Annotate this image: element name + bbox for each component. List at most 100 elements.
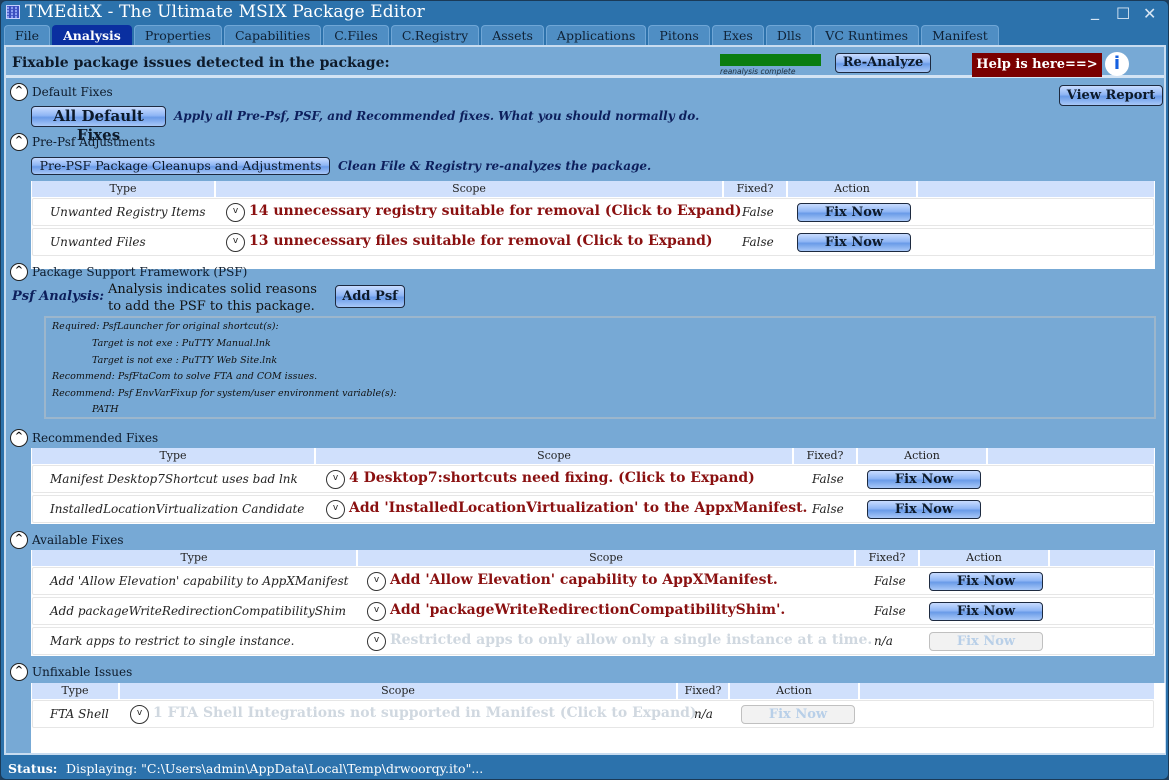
tab-capabilities[interactable]: Capabilities bbox=[223, 25, 322, 45]
fix-now-button[interactable]: Fix Now bbox=[797, 233, 911, 252]
row-scope[interactable]: Add 'Allow Elevation' capability to AppX… bbox=[390, 572, 778, 588]
pre-psf-cleanup-button[interactable]: Pre-PSF Package Cleanups and Adjustments bbox=[31, 157, 330, 175]
available-fixes-table: Type Scope Fixed? Action Add 'Allow Elev… bbox=[31, 550, 1155, 656]
row-type: Unwanted Registry Items bbox=[50, 205, 206, 219]
collapse-icon[interactable]: ^ bbox=[10, 531, 28, 549]
window-title: TMEditX - The Ultimate MSIX Package Edit… bbox=[25, 2, 425, 22]
row-type: Mark apps to restrict to single instance… bbox=[50, 634, 295, 648]
tab-file[interactable]: File bbox=[4, 25, 51, 45]
column-header-type: Type bbox=[32, 550, 356, 566]
row-scope[interactable]: Add 'packageWriteRedirectionCompatibilit… bbox=[390, 602, 785, 618]
section-title: Unfixable Issues bbox=[32, 665, 133, 679]
row-fixed: False bbox=[874, 574, 906, 588]
column-header-blank bbox=[988, 448, 1154, 464]
minimize-button[interactable]: _ bbox=[1091, 1, 1099, 20]
row-fixed: n/a bbox=[874, 634, 893, 648]
expand-icon[interactable]: v bbox=[367, 602, 386, 621]
row-scope[interactable]: 14 unnecessary registry suitable for rem… bbox=[249, 203, 741, 219]
collapse-icon[interactable]: ^ bbox=[10, 663, 28, 681]
all-default-fixes-button[interactable]: All Default Fixes bbox=[31, 106, 166, 144]
column-header-blank bbox=[918, 181, 1154, 197]
psf-detail-line: PATH bbox=[92, 404, 119, 415]
fix-now-button-disabled: Fix Now bbox=[929, 632, 1043, 651]
collapse-icon[interactable]: ^ bbox=[10, 263, 28, 281]
column-header-blank bbox=[860, 683, 1154, 699]
row-type: Unwanted Files bbox=[50, 235, 146, 249]
collapse-icon[interactable]: ^ bbox=[10, 133, 28, 151]
tab-applications[interactable]: Applications bbox=[545, 25, 647, 45]
fix-now-button-disabled: Fix Now bbox=[741, 705, 855, 724]
pre-psf-table: Type Scope Fixed? Action Unwanted Regist… bbox=[31, 181, 1155, 269]
column-header-fixed: Fixed? bbox=[724, 181, 786, 197]
fix-now-button[interactable]: Fix Now bbox=[867, 500, 981, 519]
row-fixed: False bbox=[742, 235, 774, 249]
psf-analysis-line: Analysis indicates solid reasons bbox=[108, 282, 317, 297]
help-banner: Help is here==> bbox=[972, 53, 1102, 77]
view-report-button[interactable]: View Report bbox=[1059, 85, 1163, 106]
expand-icon[interactable]: v bbox=[226, 233, 245, 252]
section-title: Available Fixes bbox=[32, 533, 124, 547]
row-type: Add 'Allow Elevation' capability to AppX… bbox=[50, 574, 349, 588]
tab-analysis[interactable]: Analysis bbox=[52, 25, 132, 45]
analysis-panel: Fixable package issues detected in the p… bbox=[4, 45, 1166, 755]
row-type: Add packageWriteRedirectionCompatibility… bbox=[50, 604, 346, 618]
expand-icon[interactable]: v bbox=[367, 632, 386, 651]
expand-icon[interactable]: v bbox=[130, 705, 149, 724]
row-scope[interactable]: Add 'InstalledLocationVirtualization' to… bbox=[349, 500, 807, 516]
app-window: TMEditX - The Ultimate MSIX Package Edit… bbox=[0, 0, 1169, 780]
column-header-fixed: Fixed? bbox=[794, 448, 856, 464]
psf-detail-line: Target is not exe : PuTTY Manual.lnk bbox=[92, 338, 271, 349]
tab-properties[interactable]: Properties bbox=[133, 25, 222, 45]
column-header-scope: Scope bbox=[120, 683, 676, 699]
table-row: InstalledLocationVirtualization Candidat… bbox=[32, 495, 1154, 523]
expand-icon[interactable]: v bbox=[326, 470, 345, 489]
tab-cregistry[interactable]: C.Registry bbox=[390, 25, 480, 45]
row-type: InstalledLocationVirtualization Candidat… bbox=[50, 502, 305, 516]
collapse-icon[interactable]: ^ bbox=[10, 83, 28, 101]
psf-analysis-label: Psf Analysis: bbox=[12, 289, 105, 304]
tab-bar: File Analysis Properties Capabilities C.… bbox=[4, 25, 1001, 45]
row-scope[interactable]: 1 FTA Shell Integrations not supported i… bbox=[153, 705, 701, 721]
maximize-button[interactable]: ☐ bbox=[1116, 4, 1130, 23]
info-icon[interactable]: i bbox=[1105, 52, 1129, 76]
row-type: Manifest Desktop7Shortcut uses bad lnk bbox=[50, 472, 298, 486]
expand-icon[interactable]: v bbox=[367, 572, 386, 591]
psf-details-box: Required: PsfLauncher for original short… bbox=[44, 316, 1156, 419]
expand-icon[interactable]: v bbox=[226, 203, 245, 222]
fix-now-button[interactable]: Fix Now bbox=[867, 470, 981, 489]
row-scope[interactable]: 13 unnecessary files suitable for remova… bbox=[249, 233, 713, 249]
collapse-icon[interactable]: ^ bbox=[10, 429, 28, 447]
section-title: Package Support Framework (PSF) bbox=[32, 265, 248, 279]
close-button[interactable]: ✕ bbox=[1143, 4, 1156, 23]
table-row: Add packageWriteRedirectionCompatibility… bbox=[32, 597, 1154, 625]
row-scope[interactable]: 4 Desktop7:shortcuts need fixing. (Click… bbox=[349, 470, 755, 486]
tab-cfiles[interactable]: C.Files bbox=[323, 25, 389, 45]
tab-exes[interactable]: Exes bbox=[711, 25, 764, 45]
column-header-type: Type bbox=[32, 683, 118, 699]
tab-vc-runtimes[interactable]: VC Runtimes bbox=[814, 25, 920, 45]
psf-analysis-text: Analysis indicates solid reasons to add … bbox=[108, 281, 317, 315]
tab-pitons[interactable]: Pitons bbox=[648, 25, 710, 45]
row-type: FTA Shell bbox=[50, 707, 109, 721]
psf-analysis-line: to add the PSF to this package. bbox=[108, 299, 315, 314]
title-bar: TMEditX - The Ultimate MSIX Package Edit… bbox=[1, 1, 1168, 25]
fix-now-button[interactable]: Fix Now bbox=[929, 572, 1043, 591]
tab-dlls[interactable]: Dlls bbox=[765, 25, 813, 45]
tab-manifest[interactable]: Manifest bbox=[921, 25, 999, 45]
add-psf-button[interactable]: Add Psf bbox=[335, 285, 405, 308]
column-header-action: Action bbox=[788, 181, 916, 197]
progress-label: reanalysis complete bbox=[720, 67, 796, 76]
column-header-scope: Scope bbox=[216, 181, 722, 197]
default-fixes-description: Apply all Pre-Psf, PSF, and Recommended … bbox=[174, 109, 700, 123]
fix-now-button[interactable]: Fix Now bbox=[797, 203, 911, 222]
table-row: Mark apps to restrict to single instance… bbox=[32, 627, 1154, 655]
reanalysis-progress-bar bbox=[720, 54, 821, 66]
reanalyze-button[interactable]: Re-Analyze bbox=[835, 53, 931, 73]
expand-icon[interactable]: v bbox=[326, 500, 345, 519]
fix-now-button[interactable]: Fix Now bbox=[929, 602, 1043, 621]
row-scope: Restricted apps to only allow only a sin… bbox=[390, 632, 873, 648]
psf-detail-line: Recommend: Psf EnvVarFixup for system/us… bbox=[52, 388, 397, 399]
psf-detail-line: Recommend: PsfFtaCom to solve FTA and CO… bbox=[52, 371, 318, 382]
tab-assets[interactable]: Assets bbox=[481, 25, 544, 45]
unfixable-issues-table: Type Scope Fixed? Action FTA Shell v 1 F… bbox=[31, 683, 1165, 753]
